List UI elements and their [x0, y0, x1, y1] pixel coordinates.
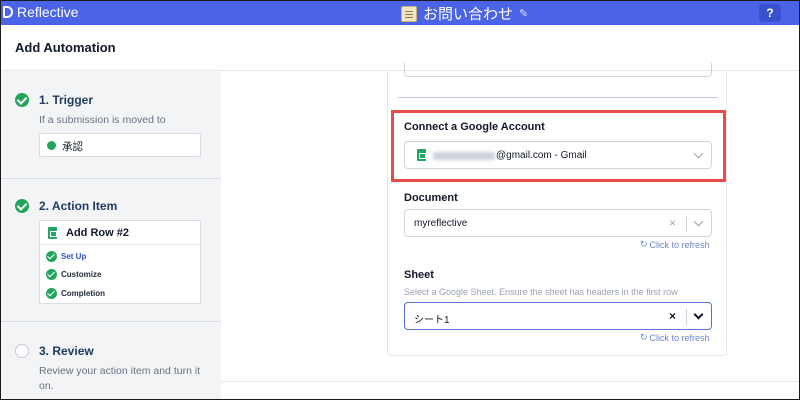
app-logo-text: Reflective	[17, 4, 79, 20]
select-divider	[686, 309, 687, 325]
sheets-icon	[48, 227, 57, 239]
app-logo[interactable]: Reflective	[3, 4, 78, 20]
select-divider	[686, 216, 687, 232]
step-pending-icon	[15, 344, 29, 358]
trigger-status-box: 承認	[39, 133, 201, 157]
main-content: Connect a Google Account @gmail.com - Gm…	[221, 63, 799, 399]
step-trigger[interactable]: 1. Trigger If a submission is moved to 承…	[1, 71, 221, 179]
check-icon	[46, 269, 57, 280]
memo-icon	[401, 5, 417, 22]
step-review-title: 3. Review	[39, 344, 94, 358]
clear-icon[interactable]: ×	[669, 309, 676, 323]
chevron-down-icon[interactable]	[693, 309, 704, 320]
top-bar: Reflective お問い合わせ ✎ ?	[1, 1, 799, 25]
help-button[interactable]: ?	[759, 4, 781, 22]
substep-completion[interactable]: Completion	[61, 289, 105, 298]
section-divider	[398, 97, 718, 98]
sheet-refresh-text: Click to refresh	[649, 332, 710, 343]
step-review-subtitle-2: on.	[39, 380, 54, 392]
logo-icon	[3, 6, 13, 18]
check-icon	[15, 199, 29, 213]
refresh-icon: ↻	[640, 239, 648, 249]
app-window: Reflective お問い合わせ ✎ ? Add Automation 1. …	[0, 0, 800, 400]
sheet-select[interactable]: シート1 ×	[404, 302, 712, 330]
document-value: myreflective	[414, 218, 468, 229]
steps-sidebar: 1. Trigger If a submission is moved to 承…	[1, 71, 221, 399]
check-icon	[15, 93, 29, 107]
form-title-area[interactable]: お問い合わせ ✎	[401, 3, 528, 24]
document-refresh-text: Click to refresh	[649, 239, 710, 250]
document-refresh-link[interactable]: ↻ Click to refresh	[640, 239, 710, 250]
check-icon	[46, 288, 57, 299]
step-action-item[interactable]: 2. Action Item Add Row #2 Set Up Customi…	[1, 179, 221, 322]
sheet-label: Sheet	[404, 269, 434, 281]
refresh-icon: ↻	[640, 332, 648, 342]
step-review[interactable]: 3. Review Review your action item and tu…	[1, 322, 221, 399]
step-trigger-title: 1. Trigger	[39, 93, 94, 107]
previous-field-input[interactable]	[404, 63, 712, 77]
step-trigger-subtitle: If a submission is moved to	[39, 114, 166, 126]
substep-customize[interactable]: Customize	[61, 270, 101, 279]
footer-divider	[221, 381, 799, 382]
sheet-value: シート1	[414, 315, 450, 326]
check-icon	[46, 251, 57, 262]
sheet-help-text: Select a Google Sheet. Ensure the sheet …	[404, 287, 678, 297]
step-action-title: 2. Action Item	[39, 199, 118, 213]
status-dot-icon	[47, 141, 56, 150]
action-item-label: Add Row #2	[66, 227, 129, 239]
action-item-header[interactable]: Add Row #2	[40, 221, 200, 245]
document-select[interactable]: myreflective ×	[404, 209, 712, 237]
step-review-subtitle-1: Review your action item and turn it	[39, 365, 201, 377]
pencil-icon[interactable]: ✎	[519, 7, 528, 20]
trigger-status-value: 承認	[62, 141, 83, 153]
clear-icon[interactable]: ×	[669, 216, 676, 230]
document-label: Document	[404, 192, 458, 204]
substep-setup[interactable]: Set Up	[61, 252, 86, 261]
action-item-box: Add Row #2 Set Up Customize Completion	[39, 220, 201, 304]
chevron-down-icon[interactable]	[693, 216, 704, 227]
page-title: Add Automation	[15, 40, 116, 55]
sheet-refresh-link[interactable]: ↻ Click to refresh	[640, 332, 710, 343]
form-title: お問い合わせ	[423, 6, 514, 23]
highlight-annotation	[391, 110, 726, 182]
